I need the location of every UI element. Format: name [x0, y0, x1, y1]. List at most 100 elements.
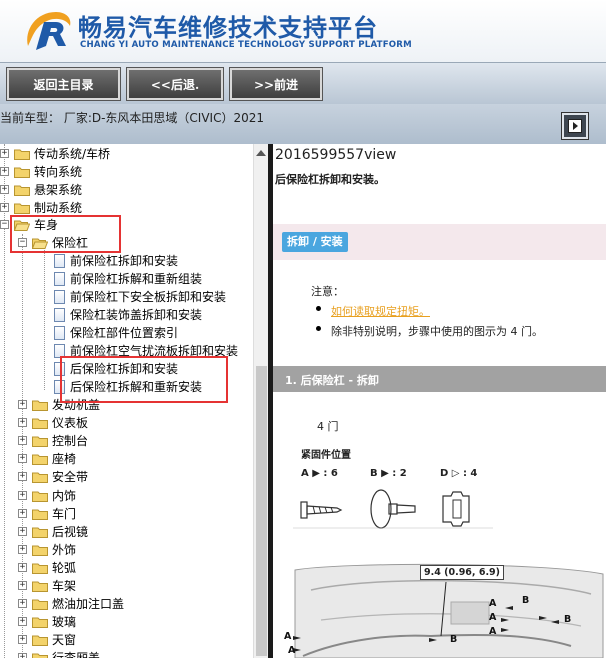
toggle-panel-button[interactable]: [562, 113, 588, 139]
panel-toggle-icon: [568, 119, 582, 133]
step-header: 1. 后保险杠 - 拆卸: [273, 366, 606, 392]
scroll-thumb[interactable]: [256, 366, 267, 656]
fastener-code-a: A ▶ : 6: [301, 468, 338, 479]
document-icon: [54, 272, 65, 286]
note-text: 除非特别说明，步骤中使用的图示为 4 门。: [331, 325, 543, 338]
tree-item-label: 燃油加注口盖: [52, 597, 125, 612]
forward-button[interactable]: >>前进: [229, 67, 323, 101]
tree-item-label: 传动系统/车桥: [34, 147, 111, 161]
tree-item-label: 前保险杠拆卸和安装: [70, 254, 179, 268]
expand-icon[interactable]: +: [18, 418, 27, 428]
remove-install-tab[interactable]: 拆卸 / 安装: [282, 232, 348, 252]
callout-b: B: [564, 614, 572, 625]
home-button[interactable]: 返回主目录: [6, 67, 121, 101]
expand-icon[interactable]: +: [18, 599, 27, 609]
tree-item-label: 车架: [52, 579, 77, 593]
expand-icon[interactable]: +: [18, 508, 27, 518]
tree-item-label: 玻璃: [52, 615, 77, 630]
callout-b: B: [522, 595, 530, 606]
logo-icon: [27, 12, 71, 50]
expand-icon[interactable]: +: [18, 544, 27, 554]
scroll-up-arrow-icon[interactable]: [256, 150, 266, 156]
note-label: 注意：: [311, 285, 344, 298]
folder-icon: [32, 581, 48, 592]
clip-icon: [442, 491, 470, 527]
tree-item-label: 轮弧: [52, 560, 77, 575]
tree-item-label: 前保险杠下安全板拆卸和安装: [70, 290, 227, 304]
expand-icon[interactable]: +: [18, 490, 27, 500]
toolbar: 返回主目录 <<后退. >>前进: [0, 62, 606, 104]
folder-icon: [14, 185, 30, 196]
callout-a: A: [489, 612, 497, 623]
document-icon: [54, 308, 65, 322]
tree-item-label: 保险杠装饰盖拆卸和安装: [70, 308, 203, 322]
tree-item-label: 控制台: [52, 434, 89, 449]
folder-icon: [32, 491, 48, 502]
folder-icon: [32, 635, 48, 647]
highlight-box: [10, 215, 121, 253]
document-icon: [54, 326, 65, 340]
tree-item-label: 转向系统: [34, 165, 83, 179]
tree-item-label: 后视镜: [52, 524, 89, 539]
fastener-code-b: B ▶ : 2: [370, 468, 407, 479]
expand-icon[interactable]: +: [0, 149, 9, 158]
tree-guide-line: [22, 234, 23, 658]
bullet-icon: [316, 306, 321, 311]
tree-item-label: 安全带: [52, 470, 89, 485]
document-icon: [54, 290, 65, 304]
torque-help-link[interactable]: 如何读取规定扭矩。: [331, 303, 430, 319]
tree-item-label: 前保险杠拆解和重新组装: [70, 272, 203, 286]
folder-icon: [32, 418, 48, 430]
tree-item-label: 保险杠部件位置索引: [70, 326, 179, 340]
highlight-box: [60, 356, 228, 403]
folder-icon: [14, 167, 30, 178]
callout-a: A: [489, 626, 497, 637]
expand-icon[interactable]: +: [18, 562, 27, 572]
section-band: 拆卸 / 安装: [273, 224, 606, 260]
step-title: 1. 后保险杠 - 拆卸: [285, 374, 379, 387]
folder-icon: [32, 509, 48, 520]
tree-item-label: 内饰: [52, 488, 77, 503]
expand-icon[interactable]: +: [18, 526, 27, 536]
folder-icon: [32, 454, 48, 466]
tree-scrollbar[interactable]: [253, 144, 268, 658]
fastener-illustrations: [293, 489, 493, 529]
torque-callout: 9.4 (0.96, 6.9): [420, 565, 505, 580]
folder-icon: [32, 436, 48, 448]
platform-subtitle: CHANG YI AUTO MAINTENANCE TECHNOLOGY SUP…: [80, 40, 412, 50]
expand-icon[interactable]: +: [18, 472, 27, 482]
folder-icon: [32, 527, 48, 538]
collapse-icon[interactable]: −: [0, 220, 9, 229]
tree-item-label: 行李厢盖: [52, 649, 100, 658]
fastener-location-label: 紧固件位置: [301, 450, 351, 461]
expand-icon[interactable]: +: [18, 635, 27, 645]
tree-item-label: 车门: [52, 506, 77, 521]
expand-icon[interactable]: +: [18, 581, 27, 590]
document-pane: 2016599557view 后保险杠拆卸和安装。 拆卸 / 安装 注意： 如何…: [273, 144, 606, 658]
expand-icon[interactable]: +: [18, 653, 27, 658]
navigation-tree: + 传动系统/车桥 + 转向系统 + 悬架系统 + 制动系统 − 车身 − 保险杠 前保险杠拆卸和安装前…: [0, 144, 268, 658]
tree-guide-line: [44, 250, 45, 390]
expand-icon[interactable]: +: [0, 167, 9, 176]
tree-item-label: 座椅: [52, 452, 77, 467]
tree-item-label: 外饰: [52, 542, 77, 557]
folder-icon: [14, 149, 30, 160]
callout-a: A: [489, 598, 497, 609]
expand-icon[interactable]: +: [18, 436, 27, 446]
folder-icon: [32, 472, 48, 484]
document-icon: [54, 254, 65, 268]
expand-icon[interactable]: +: [18, 454, 27, 464]
vehicle-bar: 当前车型： 厂家:D-东风本田思域（CIVIC）2021: [0, 104, 606, 144]
tree-item-label: 天窗: [52, 633, 77, 648]
expand-icon[interactable]: +: [18, 617, 27, 627]
tree-item-label: 悬架系统: [34, 183, 83, 197]
fastener-code-d: D ▷ : 4: [440, 468, 478, 479]
expand-icon[interactable]: +: [0, 185, 9, 194]
folder-icon: [32, 599, 48, 611]
expand-icon[interactable]: +: [0, 203, 9, 212]
header-banner: 畅易汽车维修技术支持平台 CHANG YI AUTO MAINTENANCE T…: [0, 0, 606, 62]
callout-a: A: [284, 631, 292, 642]
folder-icon: [32, 563, 48, 574]
back-button[interactable]: <<后退.: [126, 67, 224, 101]
expand-icon[interactable]: +: [18, 400, 27, 409]
